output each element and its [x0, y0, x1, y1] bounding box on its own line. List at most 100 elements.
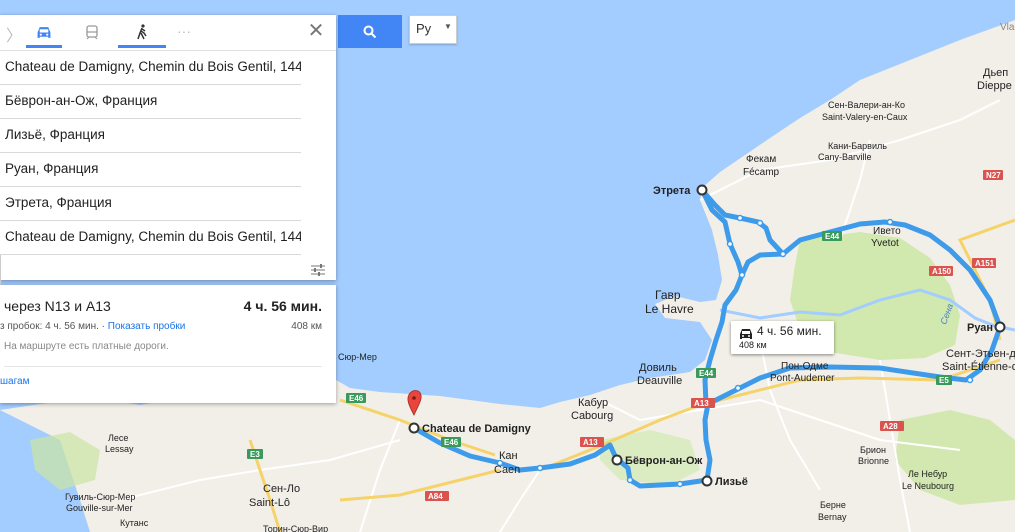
- label-gouville-ru: Гувиль-Сюр-Мер: [65, 492, 135, 502]
- label-caen-ru: Кан: [499, 450, 518, 462]
- label-dieppe-ru: Дьеп: [983, 67, 1008, 79]
- label-caen: Caen: [494, 464, 520, 476]
- label-etretat: Этрета: [653, 185, 691, 197]
- waypoint-text: Руан, Франция: [5, 161, 99, 176]
- add-destination-field[interactable]: [0, 255, 336, 287]
- label-courseulles: Сюр-Мер: [338, 352, 377, 362]
- waypoint-marker-lisieux[interactable]: [701, 475, 713, 487]
- car-icon: [35, 23, 53, 39]
- shield-n27: N27: [986, 171, 1001, 180]
- label-stlo-ru: Сен-Ло: [263, 483, 300, 495]
- label-cany-ru: Кани-Барвиль: [828, 141, 887, 151]
- label-havre: Le Havre: [645, 302, 694, 316]
- shield-a150: A150: [932, 267, 952, 276]
- label-brionne-ru: Брион: [860, 445, 886, 455]
- language-value: Ру: [416, 21, 432, 36]
- label-cany: Cany-Barville: [818, 152, 872, 162]
- show-traffic-link[interactable]: Показать пробки: [108, 321, 186, 332]
- label-neubourg-ru: Ле Небур: [908, 469, 947, 479]
- close-directions-button[interactable]: ✕: [306, 20, 326, 42]
- mode-more-button[interactable]: ···: [166, 15, 202, 48]
- chevron-down-icon: ▼: [444, 22, 452, 31]
- waypoint-field-6[interactable]: Chateau de Damigny, Chemin du Bois Genti…: [0, 221, 301, 255]
- label-cabourg: Cabourg: [571, 410, 613, 422]
- label-ser: Saint-Étienne-d: [942, 360, 1015, 373]
- shield-a13-1: A13: [694, 399, 709, 408]
- waypoint-text: Бёврон-ан-Ож, Франция: [5, 93, 158, 108]
- label-havre-ru: Гавр: [655, 288, 681, 302]
- walk-icon: [136, 23, 148, 40]
- label-lessay: Lessay: [105, 444, 134, 454]
- shield-e3: E3: [250, 450, 260, 459]
- toll-note: На маршруте есть платные дороги.: [4, 341, 169, 352]
- label-torigni: Торин-Сюр-Вир: [263, 524, 328, 532]
- shield-a28: A28: [883, 422, 898, 431]
- train-icon: [85, 23, 99, 40]
- traffic-duration: з пробок: 4 ч. 56 мин. ·: [0, 321, 108, 332]
- label-deauville-ru: Довиль: [639, 362, 677, 374]
- waypoint-field-1[interactable]: Chateau de Damigny, Chemin du Bois Genti…: [0, 51, 301, 85]
- route-duration: 4 ч. 56 мин.: [243, 298, 322, 314]
- shield-a84: A84: [428, 492, 443, 501]
- label-lisieux: Лизьё: [715, 476, 748, 488]
- shield-a151: A151: [975, 259, 995, 268]
- label-yvetot-ru: Ивето: [873, 226, 901, 237]
- label-svc-ru: Сен-Валери-ан-Ко: [828, 100, 905, 110]
- route-divider: [4, 366, 322, 367]
- search-icon: [363, 23, 377, 40]
- waypoint-marker-beuvron[interactable]: [611, 454, 623, 466]
- close-icon: ✕: [307, 20, 325, 42]
- route-via: через N13 и A13: [4, 298, 111, 314]
- label-pontaudemer: Pont-Audemer: [770, 373, 835, 384]
- shield-e5: E5: [939, 376, 949, 385]
- label-stlo: Saint-Lô: [249, 497, 290, 509]
- collapse-chevron-icon[interactable]: 〉: [6, 22, 22, 46]
- label-pontaudemer-ru: Пон-Одме: [781, 361, 829, 372]
- label-bernay: Bernay: [818, 512, 847, 522]
- waypoint-text: Этрета, Франция: [5, 195, 112, 210]
- label-deauville: Deauville: [637, 375, 682, 387]
- travel-mode-bar: 〉 ··· ✕: [0, 15, 336, 51]
- label-lessay-ru: Лесе: [108, 433, 128, 443]
- label-neubourg: Le Neubourg: [902, 481, 954, 491]
- waypoint-field-2[interactable]: Бёврон-ан-Ож, Франция: [0, 85, 301, 119]
- language-select[interactable]: Ру ▼: [409, 15, 457, 44]
- label-brionne: Brionne: [858, 456, 889, 466]
- mode-car-button[interactable]: [26, 15, 62, 48]
- shield-e44-2: E44: [699, 369, 714, 378]
- mode-transit-button[interactable]: [74, 15, 110, 48]
- directions-panel: 〉 ··· ✕ Chateau de Damigny, Chemin du Bo…: [0, 15, 336, 287]
- label-bernay-ru: Берне: [820, 500, 846, 510]
- route-summary-tooltip[interactable]: 4 ч. 56 мин. 408 км: [731, 321, 834, 354]
- waypoint-marker-etretat[interactable]: [696, 184, 708, 196]
- route-distance: 408 км: [291, 321, 322, 332]
- shield-e46-2: E46: [444, 438, 459, 447]
- label-ser-ru: Сент-Этьен-д: [946, 348, 1015, 360]
- waypoint-field-4[interactable]: Руан, Франция: [0, 153, 301, 187]
- more-icon: ···: [177, 23, 191, 39]
- options-sliders-icon[interactable]: [310, 263, 326, 282]
- waypoint-field-5[interactable]: Этрета, Франция: [0, 187, 301, 221]
- label-dieppe: Dieppe: [977, 80, 1012, 92]
- waypoint-field-3[interactable]: Лизьё, Франция: [0, 119, 301, 153]
- waypoint-marker-damigny[interactable]: [408, 422, 420, 434]
- search-button[interactable]: [338, 15, 402, 48]
- tooltip-duration: 4 ч. 56 мин.: [757, 324, 822, 338]
- label-coutances: Кутанс: [120, 518, 149, 528]
- route-traffic-text: з пробок: 4 ч. 56 мин. · Показать пробки: [0, 321, 185, 332]
- waypoint-text: Chateau de Damigny, Chemin du Bois Genti…: [5, 229, 301, 244]
- label-damigny: Chateau de Damigny: [422, 423, 532, 435]
- label-cabourg-ru: Кабур: [578, 397, 608, 409]
- waypoint-marker-rouen[interactable]: [994, 321, 1006, 333]
- label-fecamp: Fécamp: [743, 167, 780, 178]
- steps-link[interactable]: шагам: [0, 376, 29, 387]
- label-rouen: Руан: [967, 322, 993, 334]
- shield-a13-2: A13: [583, 438, 598, 447]
- shield-e46-1: E46: [349, 394, 364, 403]
- route-summary-panel[interactable]: через N13 и A13 4 ч. 56 мин. з пробок: 4…: [0, 285, 336, 403]
- label-svc: Saint-Valery-en-Caux: [822, 112, 908, 122]
- tooltip-distance: 408 км: [739, 340, 767, 350]
- label-fecamp-ru: Фекам: [746, 154, 776, 165]
- mode-walk-button[interactable]: [118, 15, 166, 48]
- label-beuvron: Бёврон-ан-Ож: [625, 455, 703, 467]
